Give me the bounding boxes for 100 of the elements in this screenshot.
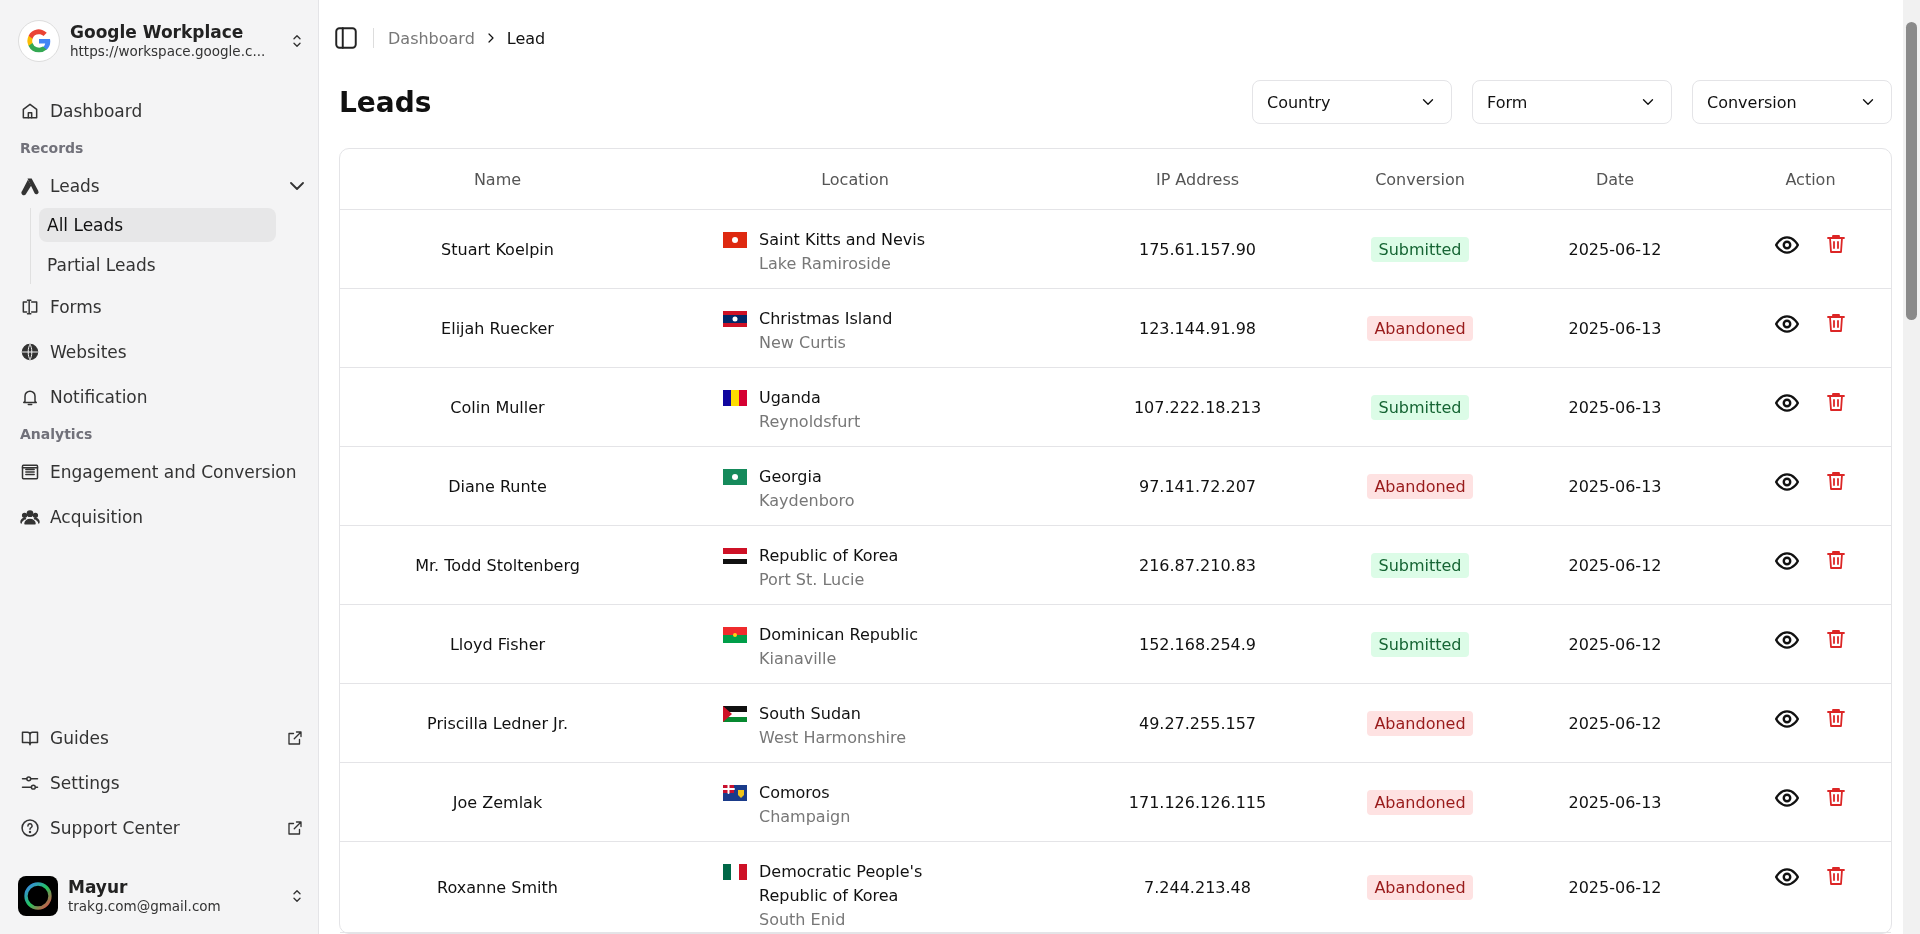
sidebar-item[interactable]: Support Center (18, 805, 306, 850)
sidebar-item[interactable]: Notification (18, 374, 306, 419)
city-name: Lake Ramiroside (759, 253, 892, 275)
user-name: Mayur (68, 876, 129, 897)
status-badge: Submitted (1371, 236, 1469, 262)
sidebar-item[interactable]: Websites (18, 329, 306, 374)
city-name: New Curtis (759, 332, 847, 354)
city-name: South Enid (759, 909, 847, 931)
ip-cell: 97.141.72.207 (1055, 447, 1340, 526)
flag-icon (723, 390, 747, 406)
country-name: Dominican Republic (759, 624, 919, 646)
panel-icon (333, 25, 359, 51)
date-cell: 2025-06-13 (1500, 368, 1730, 447)
name-cell: Elijah Ruecker (340, 289, 655, 368)
workspace-name: Google Workplace (70, 21, 245, 42)
status-badge: Submitted (1371, 631, 1469, 657)
name-cell: Diane Runte (340, 447, 655, 526)
breadcrumb-link[interactable]: Dashboard (388, 28, 475, 48)
breadcrumb-current: Lead (506, 28, 546, 48)
column-header: Location (655, 149, 1055, 210)
section-label: Analytics (19, 425, 94, 444)
date-cell: 2025-06-12 (1500, 684, 1730, 763)
country-name: South Sudan (759, 703, 862, 725)
filter-dropdown[interactable]: Conversion (1692, 80, 1892, 124)
flag-icon (723, 469, 747, 485)
sidebar-item[interactable]: Forms (18, 284, 306, 329)
name-cell: Priscilla Ledner Jr. (340, 684, 655, 763)
ip-cell: 49.27.255.157 (1055, 684, 1340, 763)
country-name: Saint Kitts and Nevis (759, 229, 927, 251)
flag-icon (723, 548, 747, 564)
city-name: Port St. Lucie (759, 569, 866, 591)
name-cell: Colin Muller (340, 368, 655, 447)
sidebar-item[interactable]: Dashboard (18, 88, 306, 133)
status-badge: Abandoned (1367, 789, 1473, 815)
user-email: trakg.com@gmail.com (68, 897, 222, 916)
page-title: Leads (339, 85, 433, 119)
date-cell: 2025-06-12 (1500, 842, 1730, 933)
name-cell: Lloyd Fisher (340, 605, 655, 684)
globe-icon (20, 341, 40, 362)
ip-cell: 123.144.91.98 (1055, 289, 1340, 368)
date-cell: 2025-06-13 (1500, 447, 1730, 526)
flag-icon (723, 785, 747, 801)
workspace-url: https://workspace.google.c... (70, 42, 267, 61)
sidebar-toggle-button[interactable] (333, 25, 359, 51)
help-icon (20, 817, 40, 838)
flag-icon (723, 627, 747, 643)
city-name: Kianaville (759, 648, 838, 670)
ip-cell: 171.126.126.115 (1055, 763, 1340, 842)
chevron-icon (290, 181, 304, 190)
status-badge: Abandoned (1367, 473, 1473, 499)
flag-icon (723, 311, 747, 327)
status-badge: Abandoned (1367, 874, 1473, 900)
city-name: Reynoldsfurt (759, 411, 862, 433)
city-name: Champaign (759, 806, 852, 828)
city-name: West Harmonshire (759, 727, 908, 749)
date-cell: 2025-06-12 (1500, 210, 1730, 289)
sidebar-subitem[interactable]: All Leads (39, 208, 276, 242)
country-name: Christmas Island (759, 308, 894, 330)
user-menu[interactable]: Mayur trakg.com@gmail.com (18, 872, 306, 920)
country-name: Georgia (759, 466, 823, 488)
column-header: Date (1500, 149, 1730, 210)
filter-dropdown[interactable]: Form (1472, 80, 1672, 124)
flag-icon (723, 706, 747, 722)
sidebar-item[interactable]: Leads (18, 163, 306, 208)
flag-icon (723, 864, 747, 880)
date-cell: 2025-06-12 (1500, 605, 1730, 684)
country-name: Uganda (759, 387, 822, 409)
name-cell: Mr. Todd Stoltenberg (340, 526, 655, 605)
status-badge: Abandoned (1367, 710, 1473, 736)
ip-cell: 216.87.210.83 (1055, 526, 1340, 605)
date-cell: 2025-06-13 (1500, 289, 1730, 368)
ip-cell: 152.168.254.9 (1055, 605, 1340, 684)
country-name: Democratic People's Republic of Korea (759, 861, 924, 907)
ip-cell: 175.61.157.90 (1055, 210, 1340, 289)
sidebar-item[interactable]: Settings (18, 760, 306, 805)
sidebar-item[interactable]: Guides (18, 715, 306, 760)
date-cell: 2025-06-13 (1500, 763, 1730, 842)
workspace-switcher[interactable]: Google Workplace https://workspace.google.c... (18, 16, 306, 66)
status-badge: Abandoned (1367, 315, 1473, 341)
section-label: Records (19, 139, 85, 158)
name-cell: Joe Zemlak (340, 763, 655, 842)
column-header: Name (340, 149, 655, 210)
name-cell: Stuart Koelpin (340, 210, 655, 289)
column-header: IP Address (1055, 149, 1340, 210)
filter-dropdown[interactable]: Country (1252, 80, 1452, 124)
flag-icon (723, 232, 747, 248)
status-badge: Submitted (1371, 394, 1469, 420)
sidebar-subitem[interactable]: Partial Leads (39, 248, 276, 282)
name-cell: Roxanne Smith (340, 842, 655, 933)
status-badge: Submitted (1371, 552, 1469, 578)
sidebar-item[interactable]: Acquisition (18, 494, 306, 539)
country-name: Republic of Korea (759, 545, 900, 567)
scrollbar-thumb[interactable] (1906, 22, 1917, 320)
date-cell: 2025-06-12 (1500, 526, 1730, 605)
column-header: Action (1730, 149, 1891, 210)
ip-cell: 107.222.18.213 (1055, 368, 1340, 447)
column-header: Conversion (1340, 149, 1500, 210)
country-name: Comoros (759, 782, 831, 804)
ip-cell: 7.244.213.48 (1055, 842, 1340, 933)
sidebar-item[interactable]: Engagement and Conversion (18, 449, 306, 494)
